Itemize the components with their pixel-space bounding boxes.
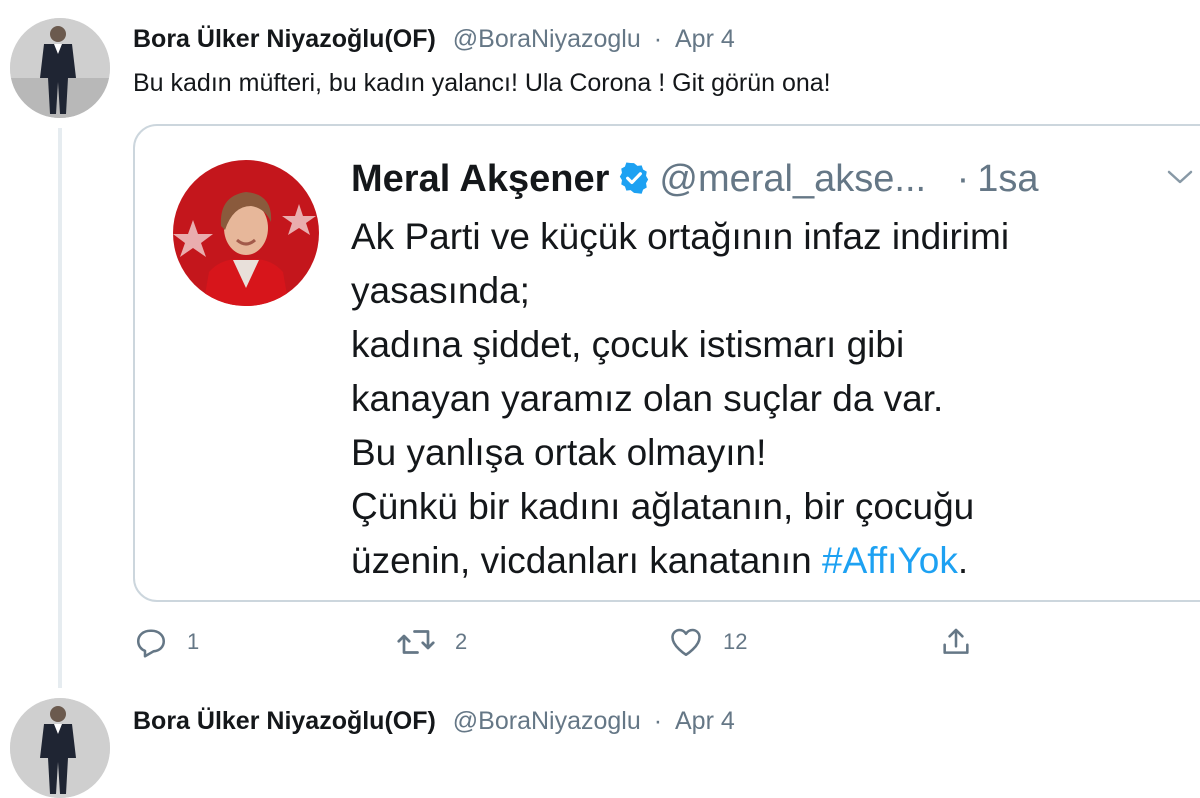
share-icon [939, 624, 973, 660]
retweet-icon [395, 624, 437, 660]
share-button[interactable] [939, 620, 973, 664]
quoted-text-line: Çünkü bir kadını ağlatanın, bir çocuğu [351, 486, 975, 527]
heart-icon [667, 624, 705, 660]
quoted-tweet-card[interactable]: Meral Akşener @meral_akse... · 1sa Ak Part… [133, 124, 1200, 602]
retweet-count: 2 [455, 629, 468, 654]
quoted-text-line: kanayan yaramız olan suçlar da var. [351, 378, 944, 419]
reply-icon [133, 624, 169, 660]
reply-button[interactable]: 1 [133, 620, 199, 664]
retweet-button[interactable]: 2 [395, 620, 467, 664]
quoted-text-line-last: üzenin, vicdanları kanatanın #AffıYok. [351, 534, 1009, 588]
quoted-text-line: yasasında; [351, 270, 530, 311]
quoted-author-name[interactable]: Meral Akşener [351, 158, 609, 200]
hashtag-link[interactable]: #AffıYok [822, 540, 958, 581]
quoted-author-avatar[interactable] [173, 160, 319, 306]
quoted-text-line: Bu yanlışa ortak olmayın! [351, 432, 767, 473]
tweet-actions: 1 2 12 [133, 620, 1033, 664]
tweet-header: Bora Ülker Niyazoğlu(OF) @BoraNiyazoglu … [133, 22, 735, 56]
author-avatar[interactable] [10, 18, 110, 118]
verified-badge-icon [617, 160, 651, 206]
author-name[interactable]: Bora Ülker Niyazoğlu(OF) [133, 707, 436, 735]
quoted-text-fragment: üzenin, vicdanları kanatanın [351, 540, 823, 581]
reply-count: 1 [187, 629, 200, 654]
tweet-header: Bora Ülker Niyazoğlu(OF) @BoraNiyazoglu … [133, 704, 735, 738]
author-name[interactable]: Bora Ülker Niyazoğlu(OF) [133, 25, 436, 53]
like-button[interactable]: 12 [667, 620, 747, 664]
author-handle[interactable]: @BoraNiyazoglu [453, 707, 641, 735]
tweet-text: Bu kadın müfteri, bu kadın yalancı! Ula … [133, 69, 831, 97]
tweet-date[interactable]: Apr 4 [675, 25, 735, 53]
quoted-author-handle[interactable]: @meral_akse... [659, 158, 926, 200]
end-punctuation: . [957, 540, 969, 581]
chevron-down-icon[interactable] [1165, 166, 1195, 193]
quoted-tweet-header: Meral Akşener @meral_akse... · 1sa [351, 156, 1039, 202]
author-handle[interactable]: @BoraNiyazoglu [453, 25, 641, 53]
tweet-date[interactable]: Apr 4 [675, 707, 735, 735]
separator-dot: · [653, 25, 663, 53]
thread-connector-line [58, 128, 62, 688]
quoted-tweet-time[interactable]: 1sa [977, 158, 1038, 200]
quoted-tweet-text: Ak Parti ve küçük ortağının infaz indiri… [351, 210, 1009, 588]
quoted-text-line: Ak Parti ve küçük ortağının infaz indiri… [351, 216, 1010, 257]
quoted-text-line: kadına şiddet, çocuk istismarı gibi [351, 324, 905, 365]
like-count: 12 [723, 629, 748, 654]
separator-dot: · [653, 707, 663, 735]
separator-dot: · [956, 158, 970, 200]
author-avatar[interactable] [10, 698, 110, 798]
